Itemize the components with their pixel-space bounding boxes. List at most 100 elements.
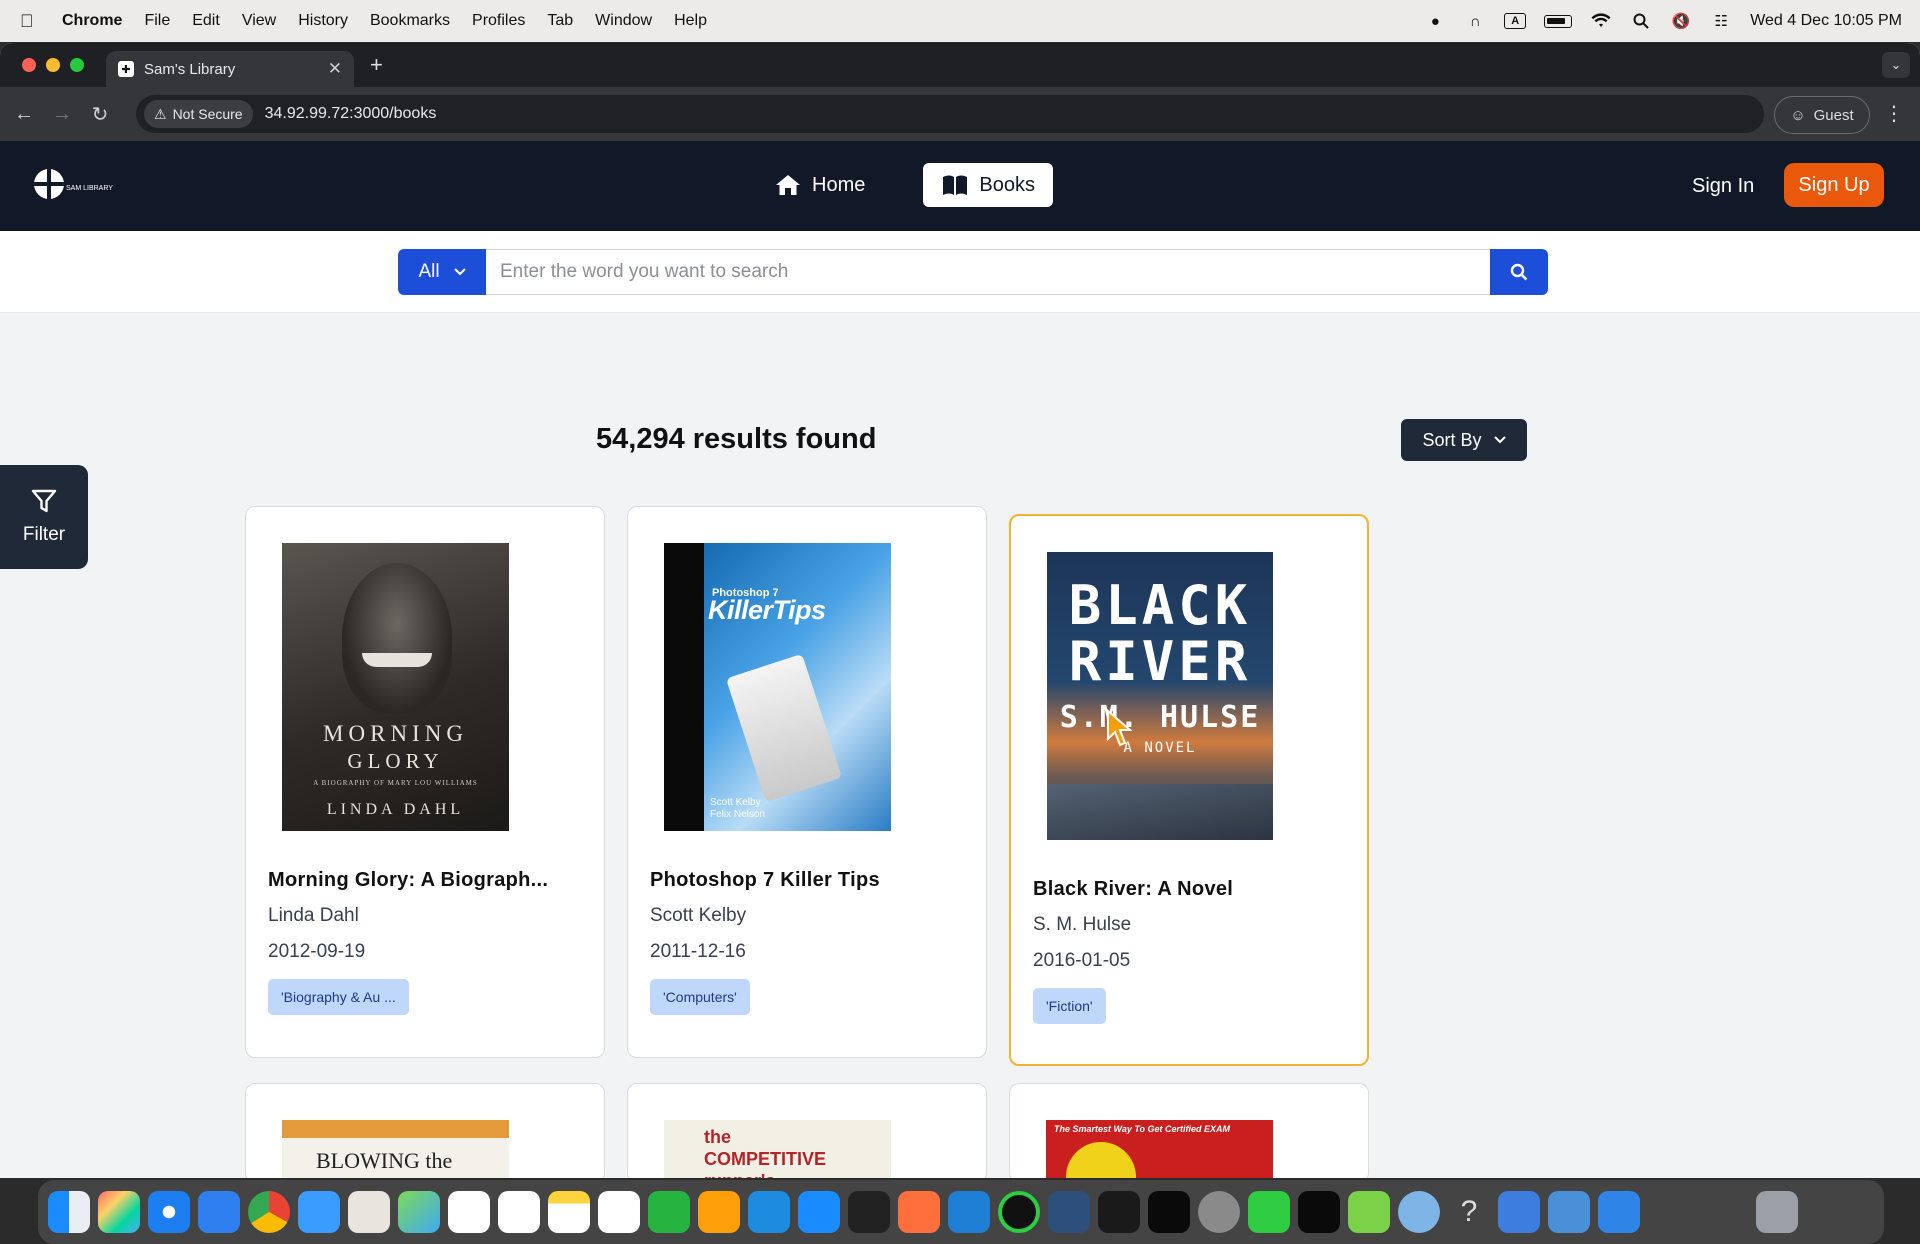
mail-icon[interactable] [298, 1191, 340, 1233]
nav-home[interactable]: Home [756, 163, 883, 207]
reminders-icon[interactable] [498, 1191, 540, 1233]
bear-icon[interactable] [348, 1191, 390, 1233]
reload-icon[interactable]: ↻ [86, 102, 114, 127]
launchpad-icon[interactable] [98, 1191, 140, 1233]
pycharm-icon[interactable] [1298, 1191, 1340, 1233]
sign-up-button[interactable]: Sign Up [1784, 163, 1884, 207]
minimize-window-button[interactable] [46, 58, 60, 72]
menu-window[interactable]: Window [595, 12, 652, 30]
pen-icon[interactable] [898, 1191, 940, 1233]
quicktime-icon[interactable] [1398, 1191, 1440, 1233]
search-input[interactable] [486, 249, 1490, 295]
book-cover-image[interactable]: the COMPETITIVE runner's [664, 1120, 891, 1178]
menubar-datetime[interactable]: Wed 4 Dec 10:05 PM [1750, 12, 1902, 30]
sublime-icon[interactable] [848, 1191, 890, 1233]
game-controller-icon[interactable] [1098, 1191, 1140, 1233]
book-category-tag[interactable]: 'Computers' [650, 979, 750, 1015]
trash-icon[interactable] [1756, 1191, 1798, 1233]
book-card[interactable]: BLOWING the [245, 1083, 605, 1178]
book-card[interactable]: the COMPETITIVE runner's [627, 1083, 987, 1178]
record-icon[interactable]: ● [1424, 13, 1446, 30]
docker-icon[interactable] [748, 1191, 790, 1233]
book-cover-image[interactable]: MORNING GLORY A BIOGRAPHY OF MARY LOU WI… [282, 543, 509, 831]
menu-bookmarks[interactable]: Bookmarks [370, 12, 450, 30]
book-cover-image[interactable]: The Smartest Way To Get Certified EXAM [1046, 1120, 1273, 1178]
filter-button[interactable]: Filter [0, 465, 88, 569]
browser-tab[interactable]: ✚ Sam's Library ✕ [106, 51, 354, 87]
apple-icon[interactable]:  [20, 11, 46, 32]
safari-icon[interactable] [148, 1191, 190, 1233]
sort-by-dropdown[interactable]: Sort By [1401, 419, 1527, 461]
book-date: 2011-12-16 [650, 941, 746, 962]
url-text[interactable]: 34.92.99.72:3000/books [265, 105, 437, 123]
freeform-icon[interactable] [598, 1191, 640, 1233]
proton-vpn-icon[interactable] [198, 1191, 240, 1233]
editor-icon[interactable] [1348, 1191, 1390, 1233]
book-cover-image[interactable]: Photoshop 7 KillerTips Scott Kelby Felix… [664, 543, 891, 831]
back-arrow-icon[interactable]: ← [10, 103, 38, 126]
folder-icon[interactable] [1498, 1191, 1540, 1233]
preview-icon[interactable] [1548, 1191, 1590, 1233]
activity-ring-icon[interactable] [998, 1191, 1040, 1233]
menu-view[interactable]: View [242, 12, 276, 30]
book-card[interactable]: MORNING GLORY A BIOGRAPHY OF MARY LOU WI… [245, 506, 605, 1058]
chrome-icon[interactable] [248, 1191, 290, 1233]
mute-icon[interactable]: 🔇 [1670, 13, 1692, 30]
book-category-tag[interactable]: 'Biography & Au ... [268, 979, 409, 1015]
notes-icon[interactable] [548, 1191, 590, 1233]
book-cover-image[interactable]: BLOWING the [282, 1120, 509, 1178]
finder-icon[interactable] [48, 1191, 90, 1233]
intellij-icon[interactable] [1148, 1191, 1190, 1233]
pages-icon[interactable] [698, 1191, 740, 1233]
creative-cloud-icon[interactable]: ∩ [1464, 13, 1486, 30]
logo-mark-icon [34, 169, 64, 199]
menu-edit[interactable]: Edit [192, 12, 220, 30]
battery-icon[interactable] [1544, 14, 1573, 28]
calendar-icon[interactable] [448, 1191, 490, 1233]
book-card-hovered[interactable]: BLACK RIVER S.M. HULSE A NOVEL Black Riv… [1009, 514, 1369, 1066]
close-tab-icon[interactable]: ✕ [328, 59, 342, 79]
book-card[interactable]: The Smartest Way To Get Certified EXAM [1009, 1083, 1369, 1178]
control-center-icon[interactable]: ☷ [1710, 13, 1732, 30]
nav-books[interactable]: Books [923, 163, 1053, 207]
new-tab-icon[interactable]: + [370, 52, 383, 78]
numbers-icon[interactable] [648, 1191, 690, 1233]
menu-history[interactable]: History [298, 12, 348, 30]
menu-file[interactable]: File [144, 12, 170, 30]
wifi-icon[interactable] [1590, 13, 1612, 29]
cover-line: The Smartest Way To Get Certified EXAM [1054, 1124, 1231, 1134]
recent-windows-icon[interactable] [1648, 1191, 1748, 1233]
zoom-window-button[interactable] [70, 58, 84, 72]
app-store-icon[interactable] [798, 1191, 840, 1233]
sign-in-link[interactable]: Sign In [1692, 175, 1754, 198]
system-settings-icon[interactable] [1198, 1191, 1240, 1233]
menu-app-name[interactable]: Chrome [62, 12, 122, 30]
search-button[interactable] [1490, 249, 1548, 295]
tab-search-chevron-icon[interactable]: ⌄ [1882, 52, 1910, 78]
menu-profiles[interactable]: Profiles [472, 12, 525, 30]
close-window-button[interactable] [22, 58, 36, 72]
search-category-select[interactable]: All [398, 249, 486, 295]
address-bar[interactable]: ⚠ Not Secure 34.92.99.72:3000/books [136, 95, 1764, 133]
menu-tab[interactable]: Tab [547, 12, 573, 30]
browser-menu-icon[interactable]: ⋮ [1884, 101, 1904, 126]
spotlight-search-icon[interactable] [1630, 13, 1652, 29]
profile-button[interactable]: ☺ Guest [1774, 96, 1870, 134]
security-chip[interactable]: ⚠ Not Secure [144, 100, 253, 128]
help-icon[interactable]: ? [1448, 1191, 1490, 1233]
forward-arrow-icon[interactable]: → [48, 103, 76, 126]
input-source-icon[interactable]: A [1504, 13, 1527, 29]
maps-icon[interactable] [398, 1191, 440, 1233]
book-title[interactable]: Morning Glory: A Biograph... [268, 869, 588, 892]
book-card[interactable]: Photoshop 7 KillerTips Scott Kelby Felix… [627, 506, 987, 1058]
menu-help[interactable]: Help [674, 12, 707, 30]
book-title[interactable]: Black River: A Novel [1033, 878, 1353, 901]
vscode-icon[interactable] [948, 1191, 990, 1233]
site-logo[interactable]: SAM LIBRARY [34, 169, 113, 199]
book-title[interactable]: Photoshop 7 Killer Tips [650, 869, 970, 892]
status-green-icon[interactable] [1248, 1191, 1290, 1233]
mysql-workbench-icon[interactable] [1048, 1191, 1090, 1233]
book-category-tag[interactable]: 'Fiction' [1033, 988, 1106, 1024]
xcode-icon[interactable] [1598, 1191, 1640, 1233]
book-cover-image[interactable]: BLACK RIVER S.M. HULSE A NOVEL [1047, 552, 1273, 840]
